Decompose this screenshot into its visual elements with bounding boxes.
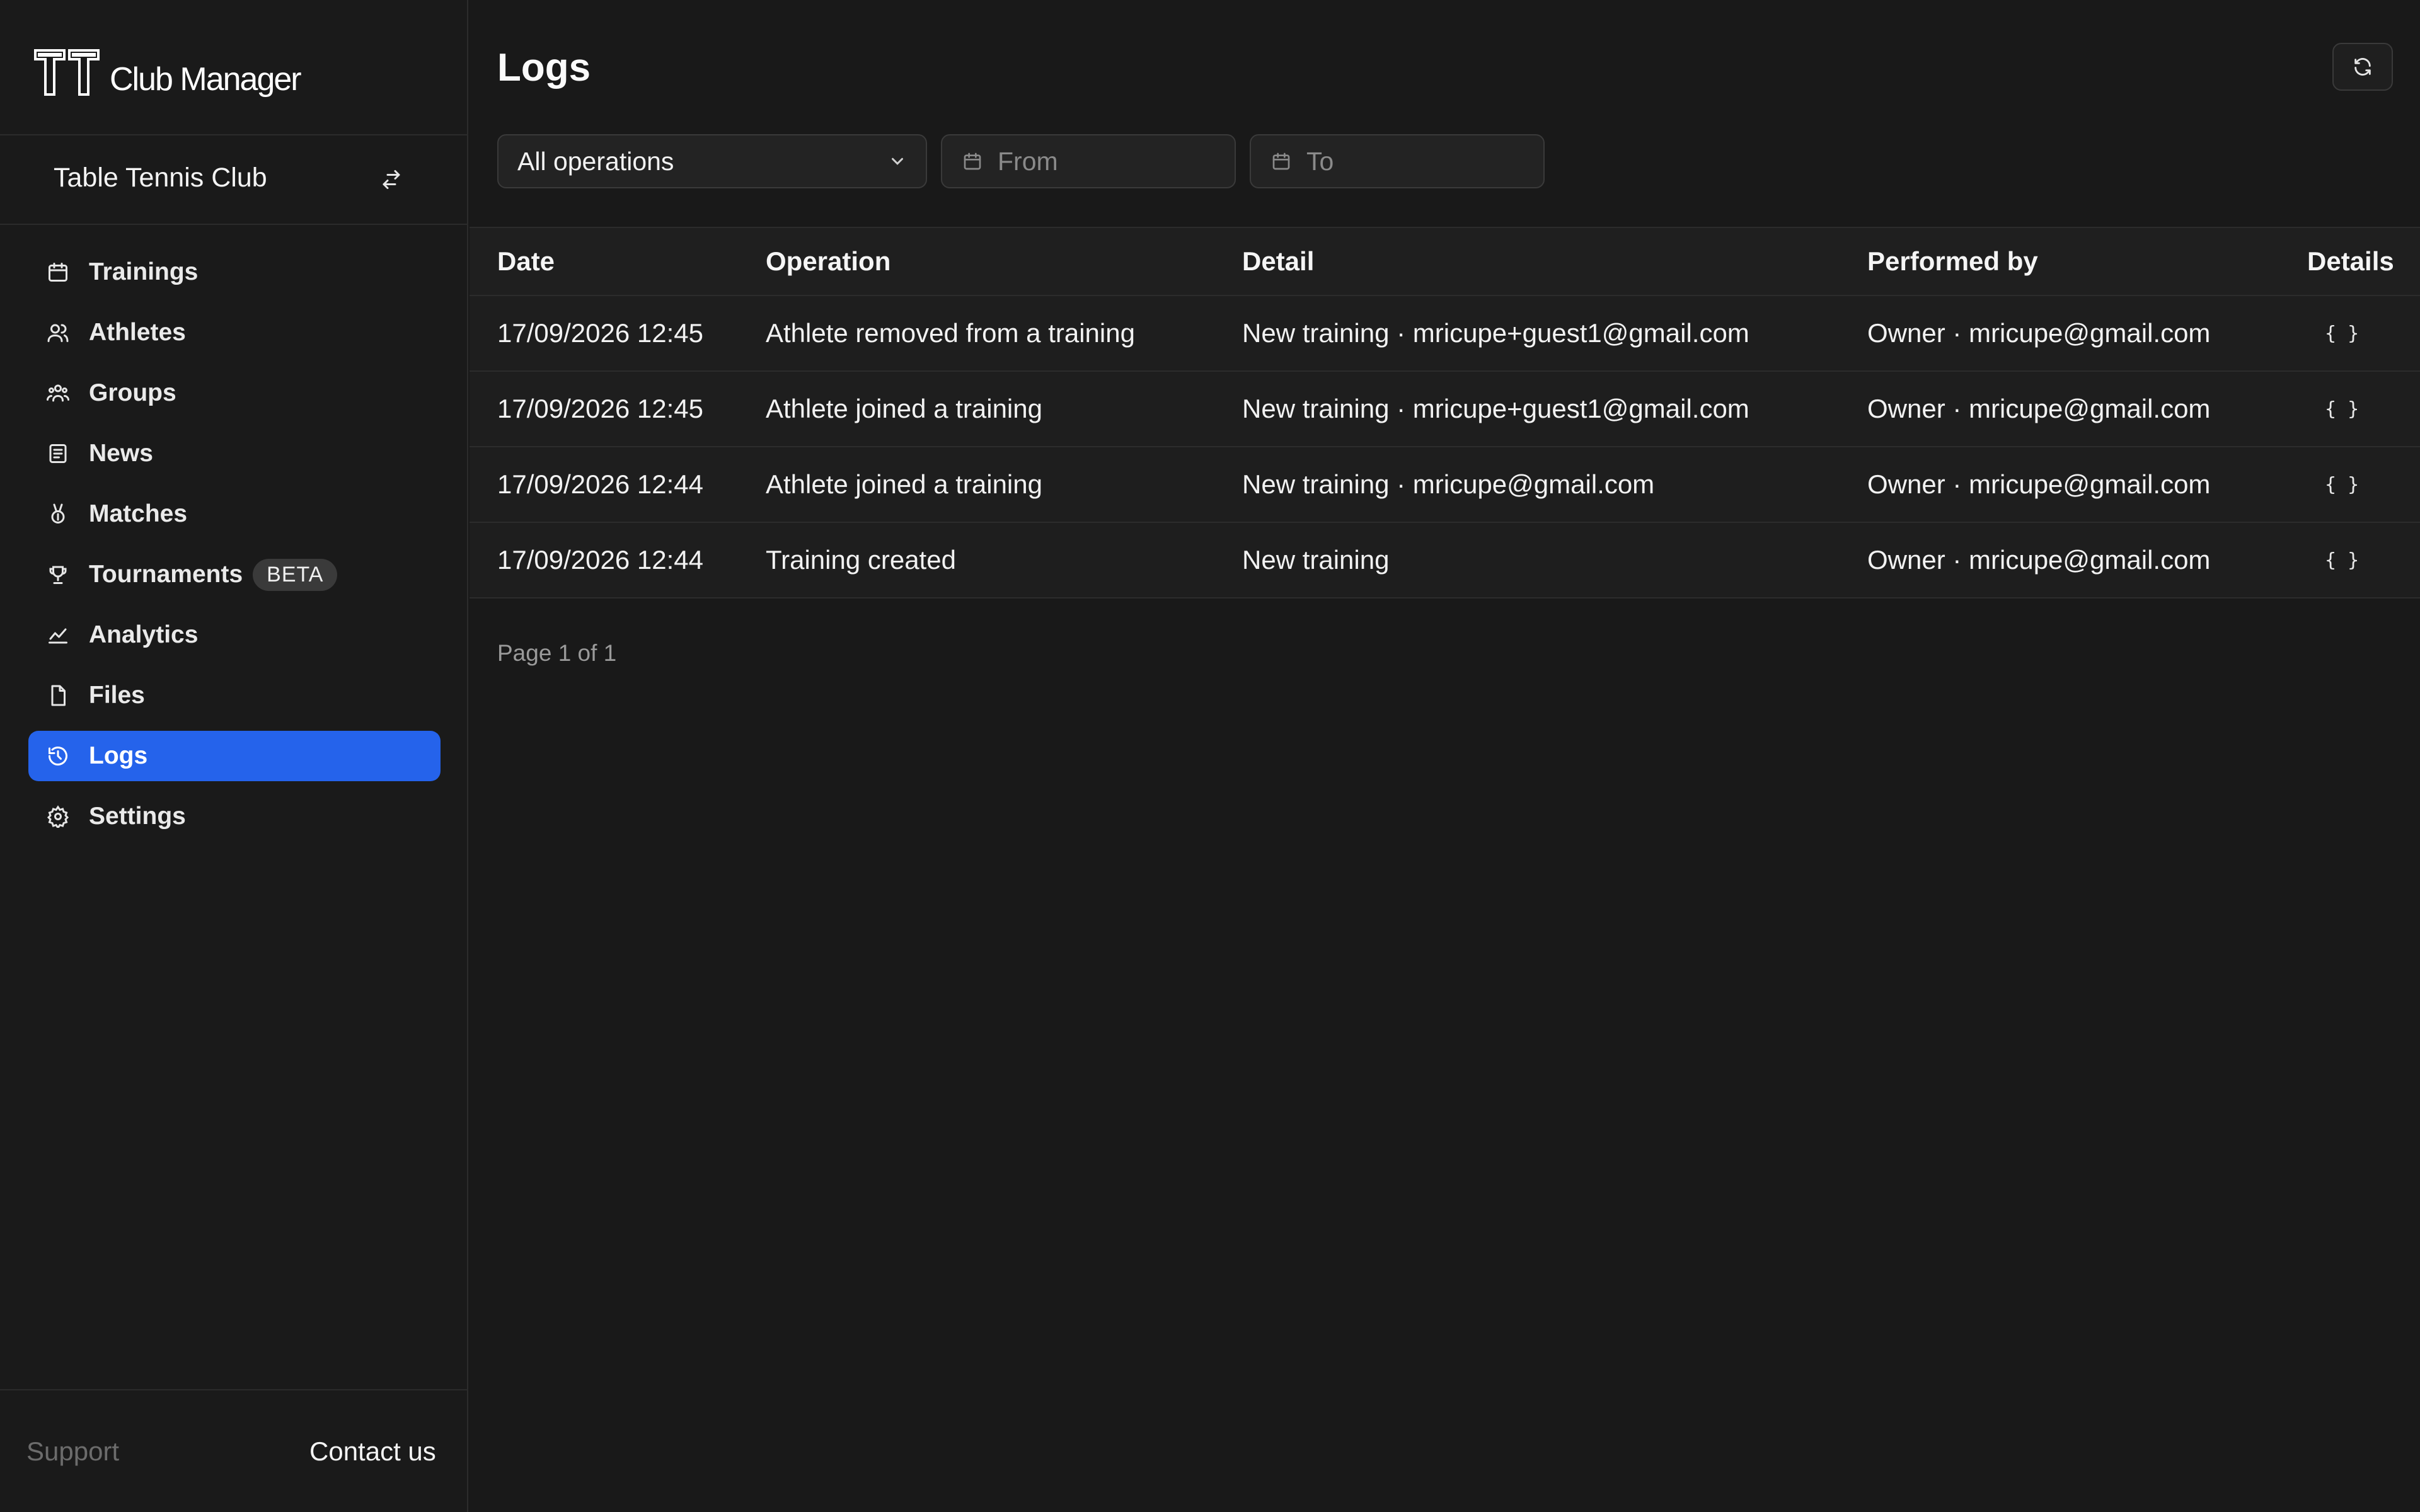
- chevron-down-icon: [892, 158, 903, 165]
- main-content: Logs All operations From To Date Operati…: [470, 0, 2420, 1512]
- sidebar-item-settings[interactable]: Settings: [28, 791, 441, 842]
- cell-performed-by: Owner · mricupe@gmail.com: [1867, 394, 2211, 423]
- users-icon: [46, 321, 70, 345]
- cell-date: 17/09/2026 12:44: [497, 545, 703, 575]
- header-date[interactable]: Date: [497, 228, 555, 295]
- sidebar-item-matches[interactable]: Matches: [28, 489, 441, 539]
- table-row[interactable]: 17/09/2026 12:44 Training created New tr…: [470, 523, 2420, 598]
- sidebar-item-label: Matches: [89, 500, 188, 527]
- view-json-button[interactable]: { }: [2316, 394, 2368, 424]
- beta-badge: BETA: [253, 558, 338, 591]
- header-performed-by[interactable]: Performed by: [1867, 228, 2038, 295]
- divider: [0, 224, 468, 225]
- history-icon: [46, 744, 70, 768]
- header-operation[interactable]: Operation: [766, 228, 890, 295]
- brand[interactable]: Club Manager: [33, 42, 302, 98]
- sidebar-item-label: Groups: [89, 379, 176, 406]
- sidebar-item-groups[interactable]: Groups: [28, 368, 441, 418]
- medal-icon: [46, 502, 70, 526]
- sidebar-item-analytics[interactable]: Analytics: [28, 610, 441, 660]
- cell-date: 17/09/2026 12:45: [497, 394, 703, 423]
- brand-logo-icon: [34, 49, 100, 96]
- operation-select[interactable]: All operations: [497, 134, 927, 188]
- to-date-input[interactable]: To: [1250, 134, 1545, 188]
- sidebar-item-label: Settings: [89, 803, 186, 830]
- cell-date: 17/09/2026 12:45: [497, 318, 703, 348]
- cell-operation: Athlete joined a training: [766, 469, 1042, 499]
- sidebar-item-tournaments[interactable]: Tournaments BETA: [28, 549, 441, 600]
- sidebar-item-label: Athletes: [89, 319, 186, 346]
- table-row[interactable]: 17/09/2026 12:45 Athlete joined a traini…: [470, 372, 2420, 447]
- view-json-button[interactable]: { }: [2316, 470, 2368, 500]
- cell-operation: Athlete joined a training: [766, 394, 1042, 423]
- cell-performed-by: Owner · mricupe@gmail.com: [1867, 469, 2211, 499]
- refresh-button[interactable]: [2332, 43, 2393, 91]
- sidebar-item-label: Trainings: [89, 258, 199, 285]
- sidebar-item-news[interactable]: News: [28, 428, 441, 479]
- sidebar-nav: Trainings Athletes Groups News Matches T…: [28, 247, 441, 852]
- sidebar-item-label: Tournaments: [89, 561, 243, 588]
- chart-icon: [46, 623, 70, 647]
- contact-us-link[interactable]: Contact us: [309, 1436, 436, 1467]
- logs-table: Date Operation Detail Performed by Detai…: [470, 227, 2420, 598]
- sidebar-item-label: News: [89, 440, 153, 467]
- cell-detail: New training · mricupe+guest1@gmail.com: [1242, 394, 1749, 423]
- calendar-icon: [1271, 150, 1294, 173]
- page-title: Logs: [497, 46, 591, 89]
- brand-name: Club Manager: [110, 61, 302, 98]
- cell-operation: Athlete removed from a training: [766, 318, 1135, 348]
- sidebar-item-files[interactable]: Files: [28, 670, 441, 721]
- sidebar-item-trainings[interactable]: Trainings: [28, 247, 441, 297]
- switch-club-button[interactable]: [376, 164, 407, 195]
- cell-detail: New training: [1242, 545, 1390, 575]
- header-detail[interactable]: Detail: [1242, 228, 1314, 295]
- app: Club Manager Table Tennis Club Trainings…: [0, 0, 2420, 1512]
- sidebar: Club Manager Table Tennis Club Trainings…: [0, 0, 468, 1512]
- table-header: Date Operation Detail Performed by Detai…: [470, 227, 2420, 296]
- group-icon: [46, 381, 70, 405]
- calendar-icon: [46, 260, 70, 284]
- cell-detail: New training · mricupe@gmail.com: [1242, 469, 1655, 499]
- sidebar-item-label: Files: [89, 682, 145, 709]
- pagination-text: Page 1 of 1: [497, 640, 617, 666]
- table-row[interactable]: 17/09/2026 12:45 Athlete removed from a …: [470, 296, 2420, 372]
- divider: [0, 1389, 468, 1390]
- support-label: Support: [26, 1436, 120, 1466]
- cell-operation: Training created: [766, 545, 956, 575]
- swap-arrows-icon: [383, 170, 400, 189]
- trophy-icon: [46, 563, 70, 587]
- gear-icon: [46, 805, 70, 828]
- sidebar-item-logs[interactable]: Logs: [28, 731, 441, 781]
- divider: [0, 134, 468, 135]
- from-date-input[interactable]: From: [941, 134, 1236, 188]
- view-json-button[interactable]: { }: [2316, 546, 2368, 575]
- sidebar-item-label: Analytics: [89, 621, 199, 648]
- cell-performed-by: Owner · mricupe@gmail.com: [1867, 545, 2211, 575]
- table-row[interactable]: 17/09/2026 12:44 Athlete joined a traini…: [470, 447, 2420, 523]
- from-date-placeholder: From: [998, 146, 1058, 176]
- sidebar-item-athletes[interactable]: Athletes: [28, 307, 441, 358]
- cell-performed-by: Owner · mricupe@gmail.com: [1867, 318, 2211, 348]
- operation-select-value: All operations: [517, 146, 674, 176]
- calendar-icon: [962, 150, 985, 173]
- club-name: Table Tennis Club: [54, 163, 267, 193]
- refresh-icon: [2354, 58, 2371, 76]
- cell-date: 17/09/2026 12:44: [497, 469, 703, 499]
- view-json-button[interactable]: { }: [2316, 319, 2368, 348]
- header-details: Details: [2307, 246, 2394, 276]
- to-date-placeholder: To: [1306, 146, 1334, 176]
- cell-detail: New training · mricupe+guest1@gmail.com: [1242, 318, 1749, 348]
- newspaper-icon: [46, 442, 70, 466]
- file-icon: [46, 684, 70, 707]
- sidebar-item-label: Logs: [89, 742, 148, 769]
